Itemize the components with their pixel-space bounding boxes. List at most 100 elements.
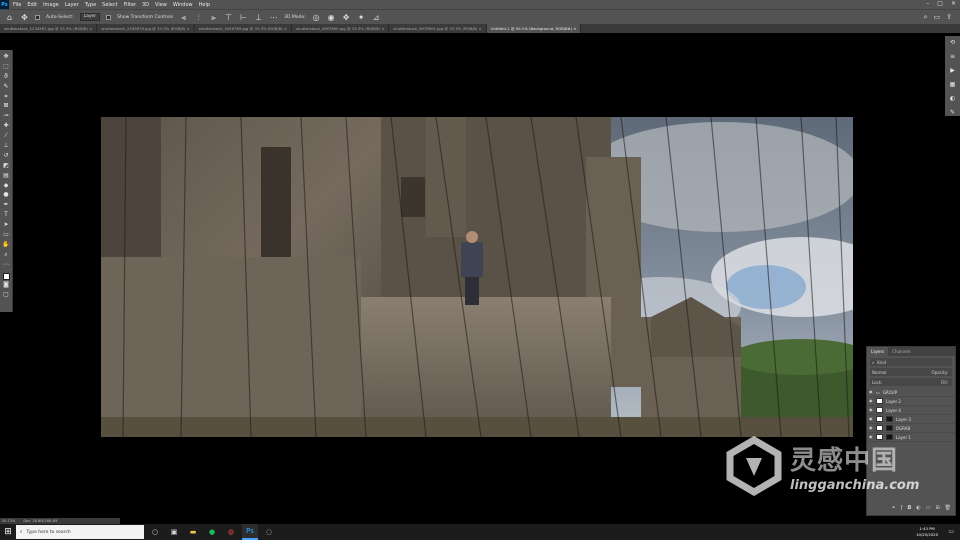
- type-tool-icon[interactable]: T: [2, 211, 11, 219]
- adjustments-panel-icon[interactable]: ◐: [948, 94, 957, 103]
- libraries-panel-icon[interactable]: ▦: [948, 80, 957, 89]
- search-icon[interactable]: ⌕: [924, 13, 928, 22]
- app-icon[interactable]: ◌: [261, 524, 277, 540]
- home-icon[interactable]: ⌂: [5, 13, 14, 22]
- fx-icon[interactable]: ƒ: [901, 505, 903, 513]
- menu-3d[interactable]: 3D: [142, 2, 149, 8]
- brush-tool-icon[interactable]: ⁄: [2, 132, 11, 140]
- menu-view[interactable]: View: [155, 2, 167, 8]
- align-right-icon[interactable]: ⫸: [209, 13, 218, 22]
- orbit-3d-icon[interactable]: ◎: [312, 13, 321, 22]
- share-icon[interactable]: ⇪: [946, 13, 952, 22]
- menu-select[interactable]: Select: [102, 2, 117, 8]
- auto-select-dropdown[interactable]: Layer: [79, 13, 101, 21]
- zoom-tool-icon[interactable]: ⌕: [2, 251, 11, 259]
- new-group-icon[interactable]: ▭: [926, 505, 931, 513]
- visibility-eye-icon[interactable]: ◉: [869, 399, 873, 403]
- shape-tool-icon[interactable]: ▭: [2, 231, 11, 239]
- visibility-eye-icon[interactable]: ◉: [869, 417, 873, 421]
- eyedropper-tool-icon[interactable]: ⊸: [2, 112, 11, 120]
- delete-layer-icon[interactable]: 🗑: [945, 505, 951, 513]
- healing-brush-tool-icon[interactable]: ✚: [2, 122, 11, 130]
- foreground-color-swatch[interactable]: [2, 272, 10, 280]
- layer-row[interactable]: ◉ Layer 2: [867, 397, 955, 406]
- doc-tab-active[interactable]: Untitled-1 @ 50.1% (Background, RGB/8#) …: [486, 24, 582, 33]
- dodge-tool-icon[interactable]: ●: [2, 191, 11, 199]
- doc-tab[interactable]: shutterstock_5678901.jpg @ 33.3% (RGB/8)…: [389, 24, 487, 33]
- layer-row[interactable]: ◉ Layer 3: [867, 415, 955, 424]
- gradient-tool-icon[interactable]: ▤: [2, 172, 11, 180]
- slide-3d-icon[interactable]: ✦: [357, 13, 366, 22]
- path-select-tool-icon[interactable]: ➤: [2, 221, 11, 229]
- history-panel-icon[interactable]: ⟲: [948, 38, 957, 47]
- crop-tool-icon[interactable]: ⌗: [2, 93, 11, 101]
- notification-icon[interactable]: ▭: [948, 528, 954, 535]
- menu-image[interactable]: Image: [43, 2, 59, 8]
- blend-mode-select[interactable]: Normal: [872, 370, 886, 375]
- document-canvas[interactable]: [101, 117, 853, 437]
- more-tools-icon[interactable]: ⋯: [2, 261, 11, 269]
- eraser-tool-icon[interactable]: ◩: [2, 162, 11, 170]
- taskbar-clock[interactable]: 1:43 PM 10/25/2020: [916, 526, 938, 538]
- task-view-icon[interactable]: ▣: [166, 524, 182, 540]
- scale-3d-icon[interactable]: ⊿: [372, 13, 381, 22]
- align-center-icon[interactable]: ⫶: [194, 13, 203, 22]
- menu-filter[interactable]: Filter: [124, 2, 136, 8]
- auto-select-checkbox[interactable]: [35, 14, 40, 20]
- add-mask-icon[interactable]: ◘: [907, 505, 911, 513]
- layer-row[interactable]: ◉ DGRAB: [867, 424, 955, 433]
- doc-tab[interactable]: shutterstock_1234567.jpg @ 33.3% (RGB/8)…: [0, 24, 98, 33]
- cortana-icon[interactable]: ○: [147, 524, 163, 540]
- align-top-icon[interactable]: ⊤: [224, 13, 233, 22]
- properties-panel-icon[interactable]: ≡: [948, 52, 957, 61]
- quick-mask-icon[interactable]: ◙: [2, 281, 11, 289]
- marquee-tool-icon[interactable]: ⬚: [2, 63, 11, 71]
- menu-layer[interactable]: Layer: [65, 2, 79, 8]
- layer-row[interactable]: ◉ Layer 4: [867, 406, 955, 415]
- more-options-icon[interactable]: ⋯: [269, 13, 278, 22]
- workspace-icon[interactable]: ▭: [934, 13, 941, 22]
- doc-tab[interactable]: shutterstock_2345678.jpg @ 33.3% (RGB/8)…: [97, 24, 195, 33]
- file-explorer-icon[interactable]: ▬: [185, 524, 201, 540]
- tab-channels[interactable]: Channels: [888, 347, 915, 356]
- menu-window[interactable]: Window: [173, 2, 193, 8]
- roll-3d-icon[interactable]: ◉: [327, 13, 336, 22]
- align-bottom-icon[interactable]: ⊥: [254, 13, 263, 22]
- layer-filter-row[interactable]: ⌕ Kind: [870, 358, 952, 366]
- menu-edit[interactable]: Edit: [27, 2, 37, 8]
- new-layer-icon[interactable]: ⊞: [935, 505, 939, 513]
- link-layers-icon[interactable]: ⚭: [891, 505, 895, 513]
- adjustment-layer-icon[interactable]: ◐: [916, 505, 920, 513]
- maximize-icon[interactable]: □: [937, 0, 943, 7]
- visibility-eye-icon[interactable]: ◉: [869, 426, 873, 430]
- doc-tab[interactable]: shutterstock_3456789.jpg @ 33.3% (RGB/8)…: [195, 24, 293, 33]
- photoshop-app-icon[interactable]: Ps: [242, 524, 258, 540]
- layer-row[interactable]: ◉ ▭ GROUP: [867, 388, 955, 397]
- layer-mask-thumbnail[interactable]: [886, 425, 893, 431]
- pan-3d-icon[interactable]: ✥: [342, 13, 351, 22]
- align-left-icon[interactable]: ⫷: [179, 13, 188, 22]
- minimize-icon[interactable]: –: [926, 0, 929, 7]
- menu-help[interactable]: Help: [199, 2, 210, 8]
- clone-stamp-tool-icon[interactable]: ⊥: [2, 142, 11, 150]
- visibility-eye-icon[interactable]: ◉: [869, 390, 873, 394]
- menu-type[interactable]: Type: [85, 2, 96, 8]
- photoshop-logo-icon[interactable]: Ps: [0, 0, 9, 9]
- actions-panel-icon[interactable]: ▶: [948, 66, 957, 75]
- screen-mode-icon[interactable]: ▢: [2, 291, 11, 299]
- zoom-level[interactable]: 50.13%: [2, 519, 15, 523]
- history-brush-tool-icon[interactable]: ↺: [2, 152, 11, 160]
- quick-select-tool-icon[interactable]: ✎: [2, 83, 11, 91]
- spotify-icon[interactable]: ●: [204, 524, 220, 540]
- doc-tab[interactable]: shutterstock_4567890.jpg @ 33.3% (RGB/8)…: [292, 24, 390, 33]
- layer-mask-thumbnail[interactable]: [886, 416, 893, 422]
- close-icon[interactable]: ✕: [951, 0, 956, 7]
- lasso-tool-icon[interactable]: ϑ: [2, 73, 11, 81]
- chrome-icon[interactable]: ◍: [223, 524, 239, 540]
- taskbar-search-input[interactable]: ⌕ Type here to search: [16, 525, 144, 539]
- tab-layers[interactable]: Layers: [867, 347, 889, 356]
- move-tool-icon[interactable]: ✥: [2, 53, 11, 61]
- blur-tool-icon[interactable]: ◆: [2, 182, 11, 190]
- align-middle-icon[interactable]: ⊢: [239, 13, 248, 22]
- menu-file[interactable]: File: [13, 2, 21, 8]
